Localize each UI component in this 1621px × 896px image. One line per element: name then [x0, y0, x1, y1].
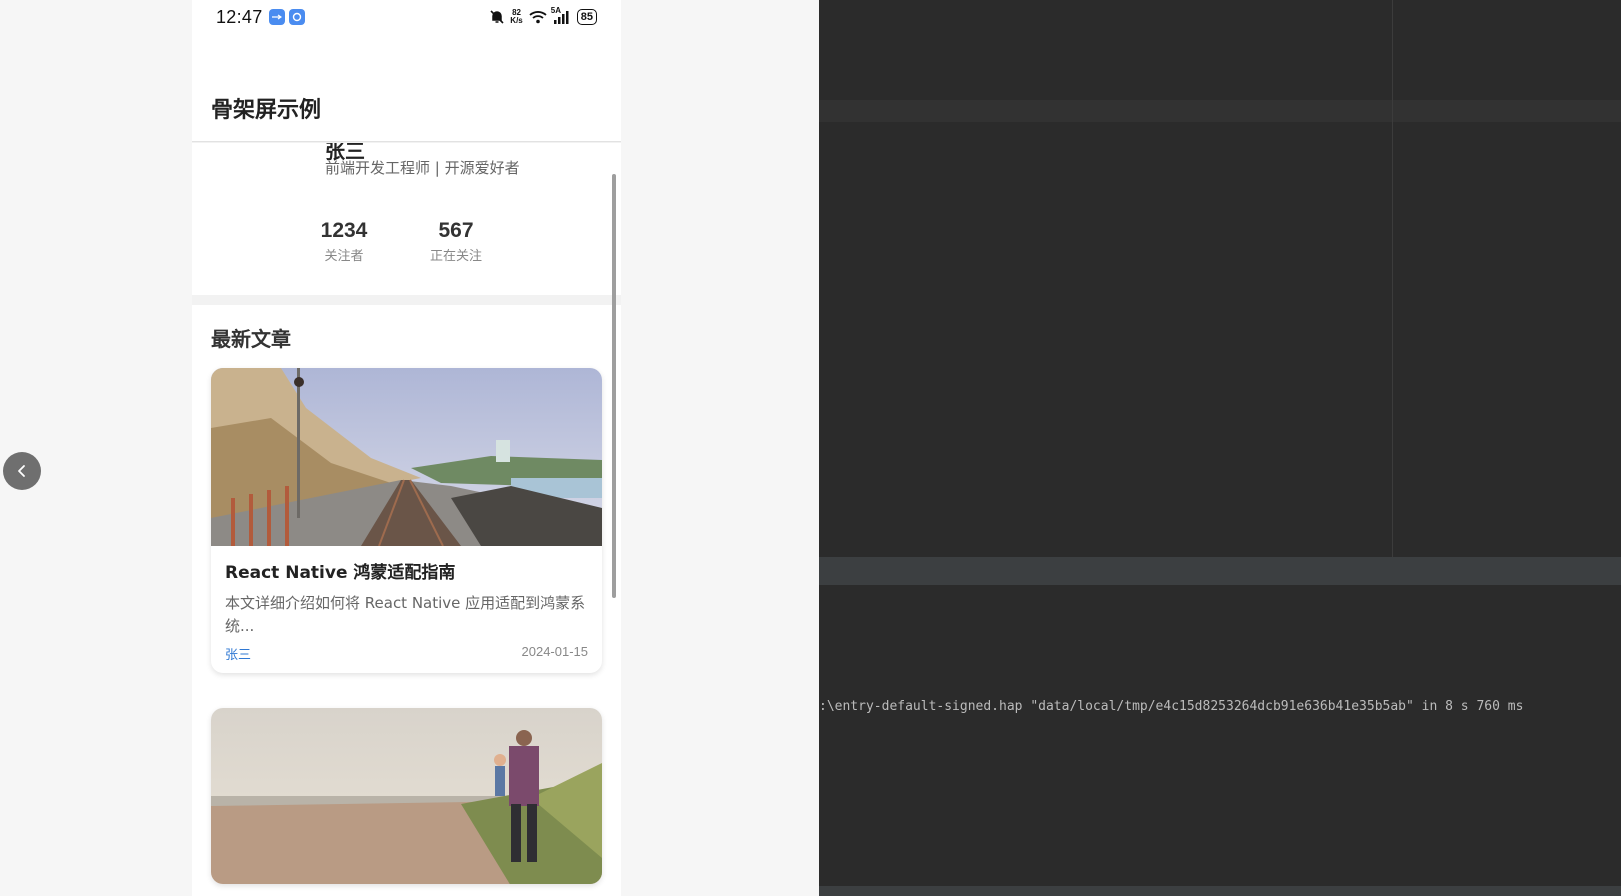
- editor-divider: [1392, 0, 1393, 557]
- stat-label: 正在关注: [429, 249, 482, 264]
- article-card[interactable]: React Native 鸿蒙适配指南 本文详细介绍如何将 React Nati…: [211, 368, 602, 673]
- network-speed: 82 K/s: [510, 8, 523, 25]
- browser-notification-icon: [288, 9, 305, 25]
- cellular-signal-icon: 5A: [551, 6, 571, 24]
- screen: 12:47 82 K/s 5A 85 骨架屏示例 张三 前端开发工程师 | 开源…: [0, 0, 1621, 896]
- stat-followers[interactable]: 1234 关注者: [309, 219, 379, 264]
- articles-section: 最新文章 React Native 鸿蒙适配指南 本文详细介绍如何将 React…: [192, 305, 621, 896]
- usb-icon: [268, 9, 285, 25]
- scroll-content[interactable]: 张三 前端开发工程师 | 开源爱好者 1234 关注者 567 正在关注 最新文…: [192, 143, 621, 896]
- section-title: 最新文章: [211, 327, 291, 351]
- page-title: 骨架屏示例: [211, 98, 322, 123]
- article-date: 2024-01-15: [521, 644, 589, 659]
- article-card[interactable]: [211, 708, 602, 884]
- stat-following[interactable]: 567 正在关注: [421, 219, 491, 264]
- battery-icon: 85: [576, 9, 597, 25]
- wifi-icon: [529, 11, 547, 24]
- app-header: 骨架屏示例: [192, 34, 621, 142]
- chevron-left-icon: [18, 465, 25, 477]
- editor-current-line: [819, 100, 1621, 122]
- mute-bell-icon: [490, 10, 504, 24]
- emulator-side-panel: [0, 0, 192, 896]
- profile-card: 张三 前端开发工程师 | 开源爱好者 1234 关注者 567 正在关注: [192, 143, 621, 295]
- stat-value: 567: [438, 219, 474, 242]
- article-description: 本文详细介绍如何将 React Native 应用适配到鸿蒙系统...: [225, 594, 586, 635]
- article-cover-image: [211, 708, 602, 884]
- stat-value: 1234: [320, 219, 368, 242]
- run-panel-header[interactable]: [819, 557, 1621, 585]
- status-time: 12:47: [216, 6, 263, 27]
- profile-bio: 前端开发工程师 | 开源爱好者: [325, 159, 520, 177]
- article-author[interactable]: 张三: [225, 644, 251, 663]
- phone-screen: 12:47 82 K/s 5A 85 骨架屏示例 张三 前端开发工程师 | 开源…: [192, 0, 621, 896]
- article-meta: 张三 2024-01-15: [225, 644, 588, 663]
- run-log-line: :\entry-default-signed.hap "data/local/t…: [819, 699, 1524, 714]
- stat-label: 关注者: [324, 249, 364, 264]
- ide-panel: :\entry-default-signed.hap "data/local/t…: [819, 0, 1621, 896]
- scrollbar[interactable]: [612, 174, 616, 598]
- article-cover-image: [211, 368, 602, 546]
- article-title: React Native 鸿蒙适配指南: [225, 563, 456, 583]
- back-button[interactable]: [3, 452, 41, 490]
- article-card-body: React Native 鸿蒙适配指南 本文详细介绍如何将 React Nati…: [211, 546, 602, 673]
- status-bar: 12:47 82 K/s 5A 85: [192, 0, 621, 34]
- ide-status-bar: [819, 886, 1621, 896]
